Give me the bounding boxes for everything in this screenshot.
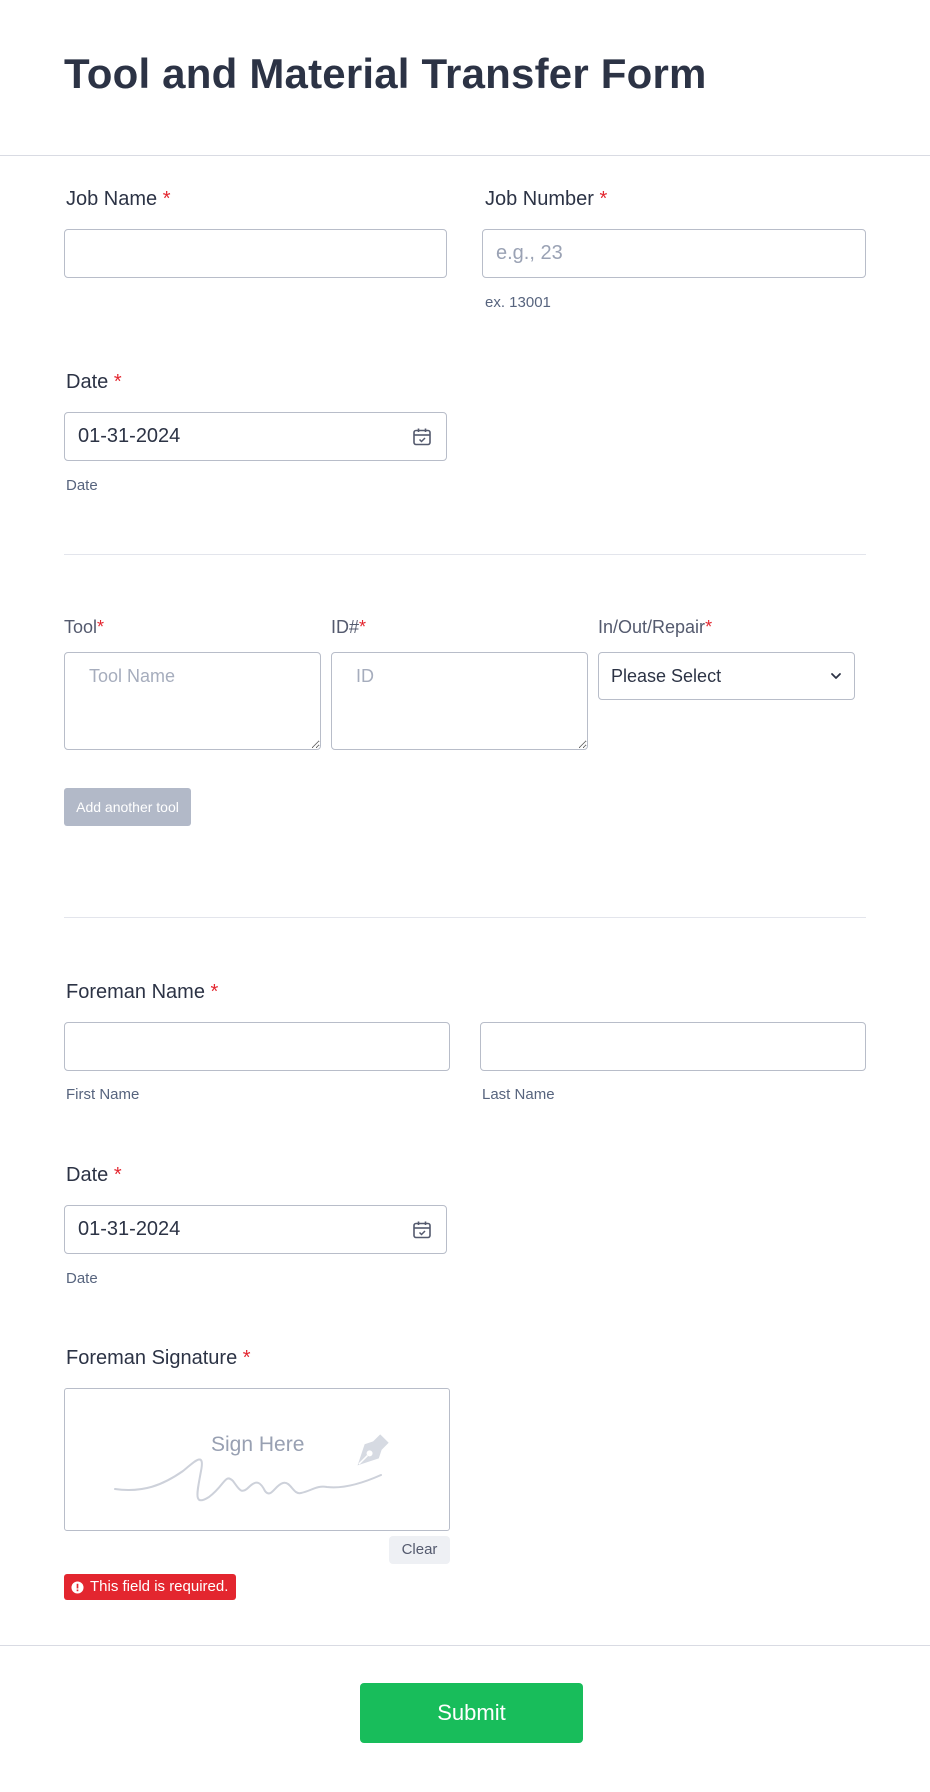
status-label: In/Out/Repair* — [598, 617, 712, 638]
section-divider — [64, 917, 866, 918]
add-another-tool-button[interactable]: Add another tool — [64, 788, 191, 826]
required-asterisk: * — [359, 617, 367, 637]
job-number-label-text: Job Number — [485, 188, 594, 210]
status-select[interactable]: Please Select — [598, 652, 855, 700]
tool-id-textarea[interactable] — [331, 652, 588, 750]
id-label-text: ID# — [331, 617, 360, 637]
foreman-name-label: Foreman Name * — [66, 981, 218, 1004]
date-label: Date * — [66, 371, 122, 394]
tool-name-textarea[interactable] — [64, 652, 321, 750]
job-name-input[interactable] — [64, 229, 447, 278]
status-select-value: Please Select — [611, 666, 722, 686]
foreman-name-label-text: Foreman Name — [66, 981, 205, 1003]
date-input[interactable]: 01-31-2024 — [64, 412, 447, 461]
required-asterisk: * — [97, 617, 105, 637]
last-name-sublabel: Last Name — [482, 1086, 555, 1103]
first-name-sublabel: First Name — [66, 1086, 140, 1103]
chevron-down-icon — [831, 673, 841, 679]
tool-label: Tool* — [64, 617, 104, 638]
date-label: Date * — [66, 1164, 122, 1187]
required-error-badge: This field is required. — [64, 1574, 237, 1600]
required-asterisk: * — [210, 981, 219, 1003]
required-asterisk: * — [705, 617, 713, 637]
date-label-text: Date — [66, 371, 109, 393]
last-name-input[interactable] — [480, 1022, 866, 1071]
required-asterisk: * — [162, 188, 171, 210]
required-asterisk: * — [113, 1164, 122, 1186]
job-number-label: Job Number * — [485, 188, 607, 211]
required-asterisk: * — [599, 188, 608, 210]
id-label: ID#* — [331, 617, 366, 638]
job-number-sublabel: ex. 13001 — [485, 294, 551, 311]
foreman-signature-label: Foreman Signature * — [66, 1347, 251, 1370]
footer-divider — [0, 1645, 930, 1646]
date-label-text: Date — [66, 1164, 109, 1186]
date-value: 01-31-2024 — [78, 1218, 181, 1240]
signature-pad[interactable]: Sign Here — [64, 1388, 450, 1531]
job-number-input[interactable] — [482, 229, 866, 278]
date-value: 01-31-2024 — [78, 425, 181, 447]
required-asterisk: * — [242, 1347, 251, 1369]
error-icon — [71, 1580, 84, 1594]
job-name-label: Job Name * — [66, 188, 171, 211]
date-sublabel: Date — [66, 477, 98, 494]
status-label-text: In/Out/Repair — [598, 617, 706, 637]
required-asterisk: * — [113, 371, 122, 393]
first-name-input[interactable] — [64, 1022, 450, 1071]
tool-label-text: Tool — [64, 617, 98, 637]
clear-signature-button[interactable]: Clear — [389, 1536, 450, 1564]
date-input[interactable]: 01-31-2024 — [64, 1205, 447, 1254]
page-title: Tool and Material Transfer Form — [64, 50, 707, 97]
date-sublabel: Date — [66, 1270, 98, 1287]
pen-nib-icon — [357, 1434, 389, 1466]
section-divider — [64, 554, 866, 555]
calendar-icon[interactable] — [412, 427, 432, 447]
error-message: This field is required. — [90, 1578, 229, 1595]
job-name-label-text: Job Name — [66, 188, 158, 210]
foreman-signature-label-text: Foreman Signature — [66, 1347, 238, 1369]
calendar-icon[interactable] — [412, 1220, 432, 1240]
submit-button[interactable]: Submit — [360, 1683, 583, 1743]
header-divider — [0, 155, 930, 156]
